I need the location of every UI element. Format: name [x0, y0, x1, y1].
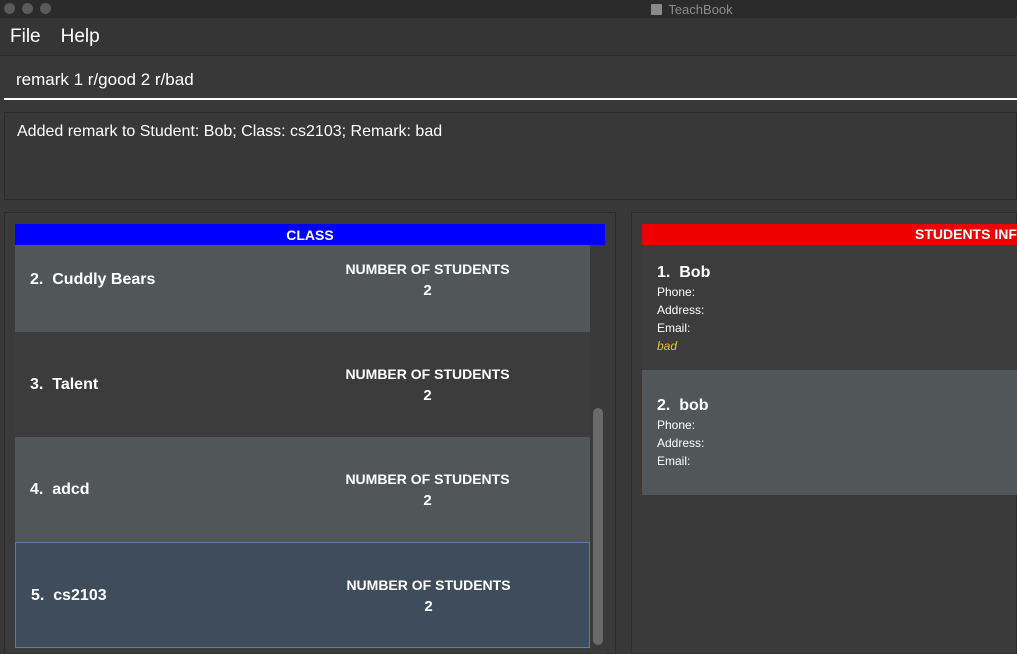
student-count-label: NUMBER OF STUDENTS [345, 471, 510, 487]
student-count-value: 2 [424, 598, 433, 615]
result-display: Added remark to Student: Bob; Class: cs2… [4, 112, 1017, 200]
class-name: 3. Talent [30, 376, 99, 393]
class-list-scroll-thumb[interactable] [593, 408, 603, 645]
student-name: 1. Bob [657, 264, 711, 281]
class-card[interactable]: 3. Talent NUMBER OF STUDENTS 2 [15, 332, 590, 437]
class-name: 2. Cuddly Bears [30, 271, 156, 288]
student-card[interactable]: 2. bob Phone: Address: Email: [642, 370, 1017, 495]
student-address: Address: [657, 303, 705, 317]
class-name: 4. adcd [30, 481, 90, 498]
student-name: 2. bob [657, 397, 709, 414]
class-card-selected[interactable]: 5. cs2103 NUMBER OF STUDENTS 2 [15, 542, 590, 648]
student-phone: Phone: [657, 418, 696, 432]
app-icon [651, 3, 663, 15]
student-remark: bad [657, 339, 678, 353]
student-address: Address: [657, 436, 705, 450]
student-count-label: NUMBER OF STUDENTS [345, 261, 510, 277]
students-header: STUDENTS INF [642, 224, 1017, 245]
student-email: Email: [657, 454, 691, 468]
class-card[interactable]: 4. adcd NUMBER OF STUDENTS 2 [15, 437, 590, 542]
class-card[interactable]: 2. Cuddly Bears NUMBER OF STUDENTS 2 [15, 245, 590, 332]
title-wrap: TeachBook [0, 0, 1017, 18]
menu-file[interactable]: File [10, 26, 41, 48]
command-input[interactable]: remark 1 r/good 2 r/bad [4, 62, 1017, 100]
result-text: Added remark to Student: Bob; Class: cs2… [17, 123, 443, 140]
student-count-label: NUMBER OF STUDENTS [345, 366, 510, 382]
students-header-label: STUDENTS INF [915, 226, 1017, 242]
student-count-value: 2 [423, 492, 432, 509]
student-phone: Phone: [657, 285, 696, 299]
student-count-label: NUMBER OF STUDENTS [346, 577, 511, 593]
window-title: TeachBook [668, 1, 733, 17]
student-count-value: 2 [423, 387, 432, 404]
title-bar: TeachBook [0, 0, 1017, 18]
menu-bar: File Help [0, 18, 1017, 56]
student-card[interactable]: 1. Bob Phone: Address: Email: bad [642, 245, 1017, 370]
class-list[interactable]: 2. Cuddly Bears NUMBER OF STUDENTS 2 3. … [15, 245, 590, 654]
menu-help[interactable]: Help [61, 26, 100, 48]
class-header-label: CLASS [286, 226, 334, 243]
class-header: CLASS [15, 224, 605, 245]
class-name: 5. cs2103 [31, 587, 107, 604]
student-email: Email: [657, 321, 691, 335]
student-count-value: 2 [423, 282, 432, 299]
